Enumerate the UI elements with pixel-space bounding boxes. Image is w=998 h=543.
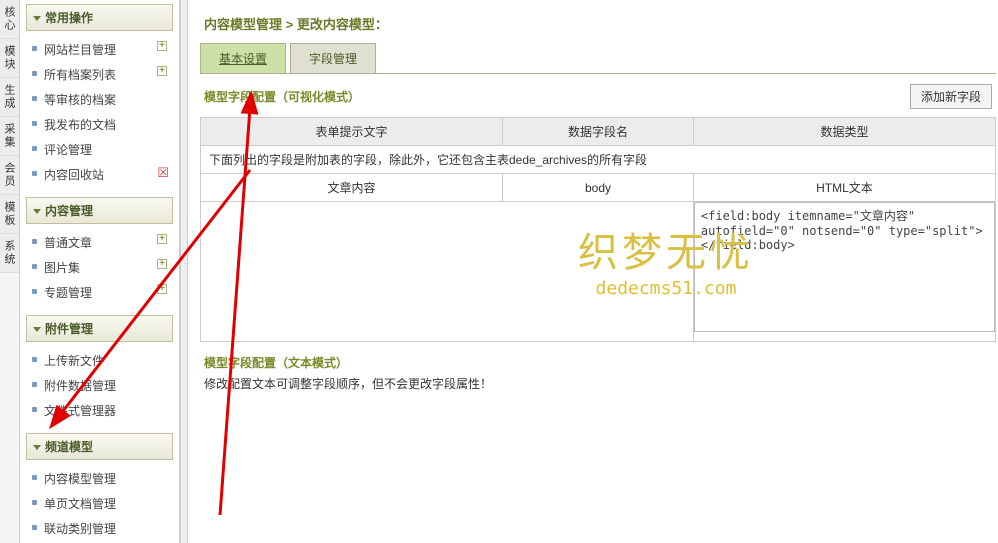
main-content: 内容模型管理 > 更改内容模型： 基本设置 字段管理 模型字段配置（可视化模式）… (188, 0, 998, 543)
sidebar-item[interactable]: 文件式管理器 (30, 398, 169, 423)
left-tab[interactable]: 会员 (0, 156, 19, 195)
left-tab[interactable]: 采集 (0, 117, 19, 156)
left-tab[interactable]: 模块 (0, 39, 19, 78)
th-hint: 表单提示文字 (201, 118, 503, 146)
section-title: 内容管理 (45, 204, 93, 218)
empty-preview-cell (201, 202, 694, 342)
sidebar-item[interactable]: 内容模型管理 (30, 466, 169, 491)
sidebar-section-header[interactable]: 频道模型 (26, 433, 173, 460)
label-visual-config: 模型字段配置（可视化模式） (204, 88, 910, 105)
tab-bar: 基本设置 字段管理 (200, 43, 996, 74)
left-tab[interactable]: 系统 (0, 234, 19, 273)
chevron-down-icon (33, 327, 41, 332)
th-type: 数据类型 (693, 118, 995, 146)
tab-basic-settings[interactable]: 基本设置 (200, 43, 286, 73)
left-tab[interactable]: 核心 (0, 0, 19, 39)
text-config-note: 修改配置文本可调整字段顺序，但不会更改字段属性！ (204, 375, 992, 392)
breadcrumb: 内容模型管理 > 更改内容模型： (200, 8, 996, 43)
sidebar-section-header[interactable]: 常用操作 (26, 4, 173, 31)
section-title: 常用操作 (45, 11, 93, 25)
add-icon[interactable]: + (157, 259, 167, 269)
sidebar-item[interactable]: 普通文章+ (30, 230, 169, 255)
add-icon[interactable]: + (157, 41, 167, 51)
shield-icon: ☒ (157, 165, 169, 181)
add-icon[interactable]: + (157, 234, 167, 244)
tab-field-manage[interactable]: 字段管理 (290, 43, 376, 73)
sidebar-item[interactable]: 网站栏目管理+ (30, 37, 169, 62)
sidebar-item[interactable]: 附件数据管理 (30, 373, 169, 398)
add-icon[interactable]: + (157, 66, 167, 76)
sidebar-section-header[interactable]: 附件管理 (26, 315, 173, 342)
pane-divider[interactable] (180, 0, 188, 543)
sidebar: 常用操作网站栏目管理+所有档案列表+等审核的档案我发布的文档评论管理内容回收站☒… (20, 0, 180, 543)
sidebar-item[interactable]: 所有档案列表+ (30, 62, 169, 87)
th-field: 数据字段名 (503, 118, 694, 146)
sidebar-section-header[interactable]: 内容管理 (26, 197, 173, 224)
sidebar-item[interactable]: 联动类别管理 (30, 516, 169, 541)
cell-field: body (503, 174, 694, 202)
label-text-config: 模型字段配置（文本模式） (204, 354, 992, 371)
left-tab[interactable]: 生成 (0, 78, 19, 117)
chevron-down-icon (33, 209, 41, 214)
left-vertical-tabs[interactable]: 核心模块生成采集会员模板系统 (0, 0, 20, 543)
table-note-row: 下面列出的字段是附加表的字段，除此外，它还包含主表dede_archives的所… (201, 146, 996, 174)
left-tab[interactable]: 模板 (0, 195, 19, 234)
section-title: 频道模型 (45, 440, 93, 454)
sidebar-item[interactable]: 专题管理+ (30, 280, 169, 305)
sidebar-item[interactable]: 单页文档管理 (30, 491, 169, 516)
sidebar-item[interactable]: 内容回收站☒ (30, 162, 169, 187)
chevron-down-icon (33, 445, 41, 450)
field-code-textarea[interactable] (694, 202, 995, 332)
cell-hint: 文章内容 (201, 174, 503, 202)
chevron-down-icon (33, 16, 41, 21)
sidebar-item[interactable]: 等审核的档案 (30, 87, 169, 112)
sidebar-item[interactable]: 我发布的文档 (30, 112, 169, 137)
cell-type: HTML文本 (693, 174, 995, 202)
add-field-button[interactable]: 添加新字段 (910, 84, 992, 109)
add-icon[interactable]: + (157, 284, 167, 294)
field-table: 表单提示文字 数据字段名 数据类型 下面列出的字段是附加表的字段，除此外，它还包… (200, 117, 996, 342)
sidebar-item[interactable]: 图片集+ (30, 255, 169, 280)
section-title: 附件管理 (45, 322, 93, 336)
sidebar-item[interactable]: 评论管理 (30, 137, 169, 162)
sidebar-item[interactable]: 上传新文件 (30, 348, 169, 373)
